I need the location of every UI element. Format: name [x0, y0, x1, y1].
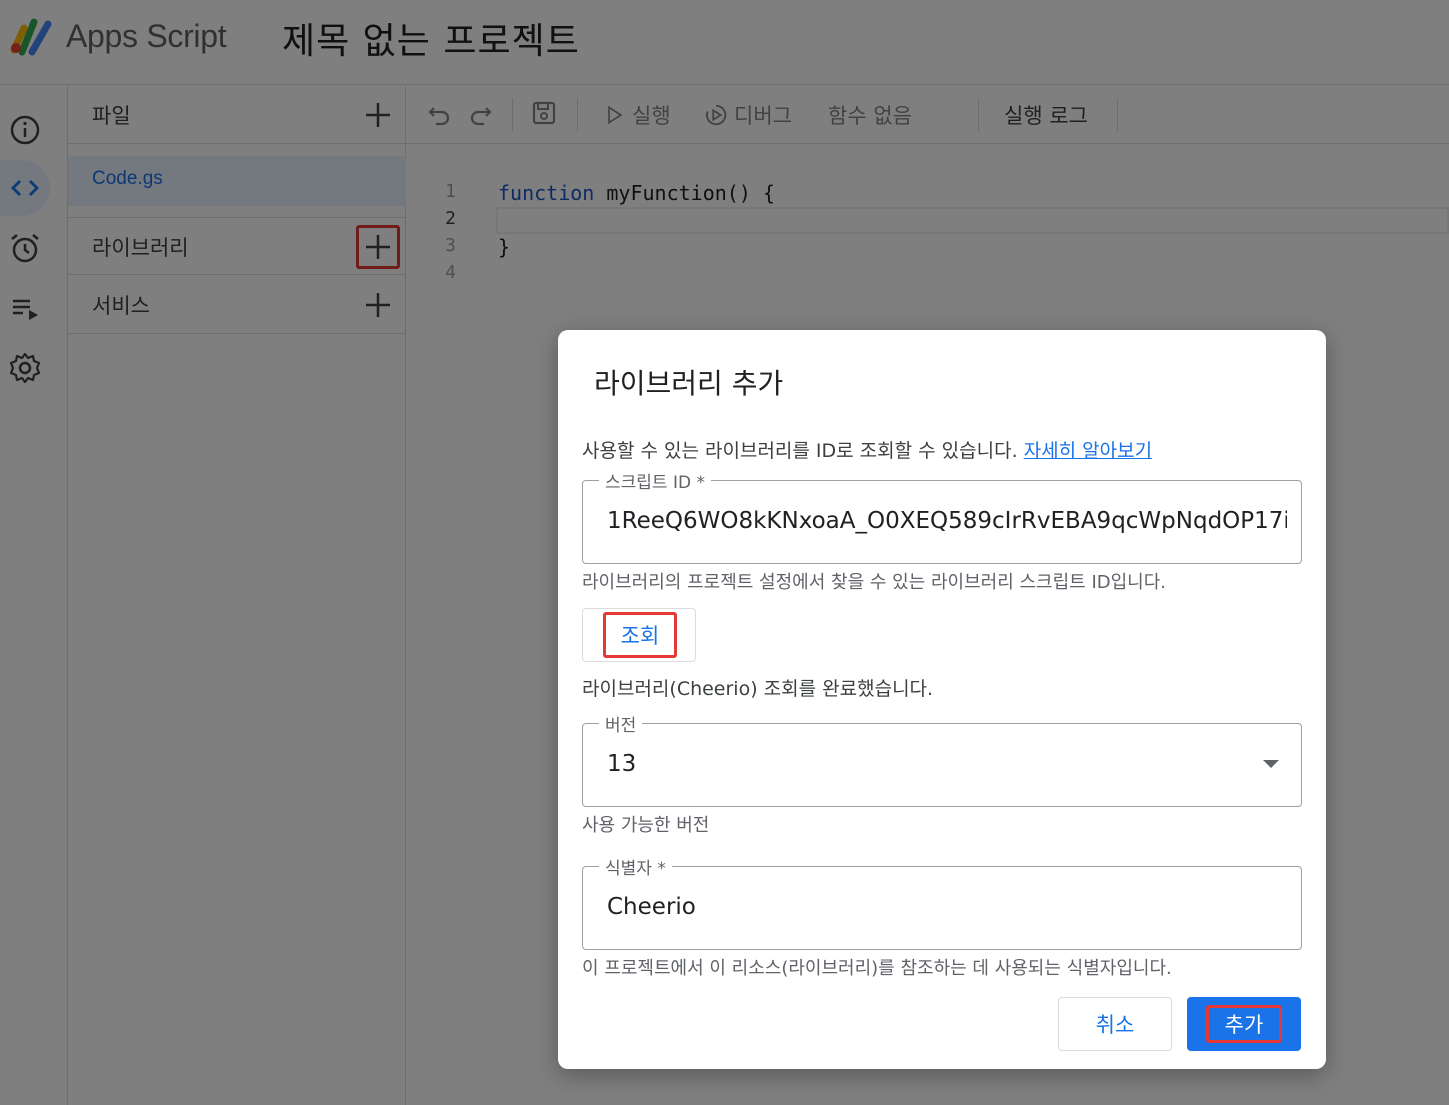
version-helper: 사용 가능한 버전 — [582, 815, 710, 836]
add-library-dialog: 라이브러리 추가 사용할 수 있는 라이브러리를 ID로 조회할 수 있습니다.… — [558, 330, 1326, 1069]
script-id-helper: 라이브러리의 프로젝트 설정에서 찾을 수 있는 라이브러리 스크립트 ID입니… — [582, 572, 1167, 593]
dialog-description: 사용할 수 있는 라이브러리를 ID로 조회할 수 있습니다. 자세히 알아보기 — [582, 436, 1152, 463]
add-label: 추가 — [1206, 1005, 1282, 1043]
lookup-button[interactable]: 조회 — [582, 608, 696, 662]
learn-more-link[interactable]: 자세히 알아보기 — [1024, 440, 1152, 462]
version-value: 13 — [607, 751, 637, 777]
script-id-value[interactable]: 1ReeQ6WO8kKNxoaA_O0XEQ589cIrRvEBA9qcWpNq… — [607, 508, 1287, 534]
identifier-field[interactable]: 식별자 * Cheerio — [582, 854, 1302, 950]
lookup-label: 조회 — [603, 612, 677, 658]
version-label: 버전 — [599, 711, 643, 736]
add-button[interactable]: 추가 — [1187, 997, 1301, 1051]
version-select[interactable]: 버전 13 — [582, 711, 1302, 807]
cancel-button[interactable]: 취소 — [1058, 997, 1172, 1051]
identifier-label: 식별자 * — [599, 854, 672, 879]
script-id-label: 스크립트 ID * — [599, 468, 711, 493]
identifier-value[interactable]: Cheerio — [607, 894, 696, 920]
lookup-status: 라이브러리(Cheerio) 조회를 완료했습니다. — [582, 678, 934, 700]
script-id-field[interactable]: 스크립트 ID * 1ReeQ6WO8kKNxoaA_O0XEQ589cIrRv… — [582, 468, 1302, 564]
description-text: 사용할 수 있는 라이브러리를 ID로 조회할 수 있습니다. — [582, 440, 1018, 462]
identifier-helper: 이 프로젝트에서 이 리소스(라이브러리)를 참조하는 데 사용되는 식별자입니… — [582, 958, 1172, 979]
dropdown-arrow-icon — [1263, 760, 1279, 768]
dialog-title: 라이브러리 추가 — [594, 367, 784, 400]
